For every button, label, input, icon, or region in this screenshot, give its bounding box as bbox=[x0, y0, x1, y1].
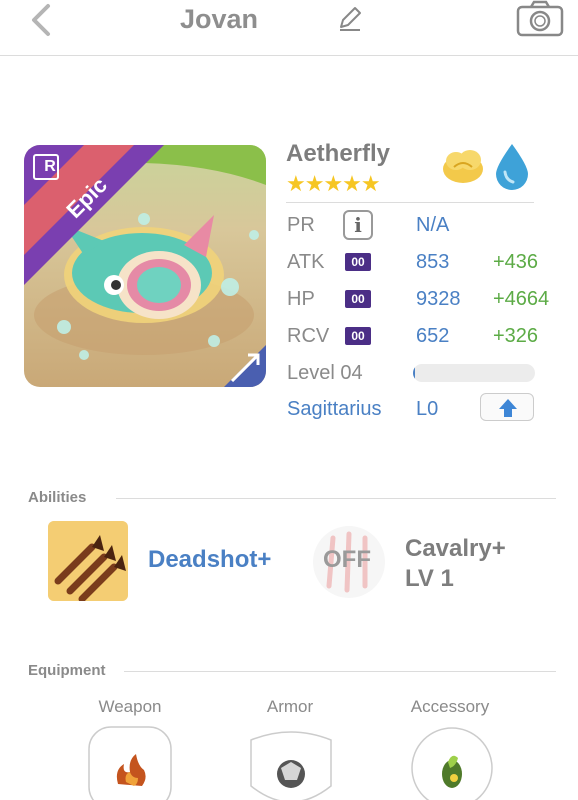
rank-badge: R bbox=[44, 158, 56, 175]
star-rating: ★★★★★ bbox=[286, 171, 381, 196]
zodiac-link[interactable]: Sagittarius bbox=[287, 398, 382, 421]
rcv-label: RCV bbox=[287, 325, 330, 347]
weapon-slot-label: Weapon bbox=[98, 697, 162, 716]
hp-bonus: +4664 bbox=[493, 288, 550, 310]
atk-bonus: +436 bbox=[493, 251, 539, 273]
armor-slot[interactable] bbox=[249, 726, 333, 800]
rcv-plus-badge: 00 bbox=[345, 327, 371, 345]
pr-info-button[interactable]: i bbox=[343, 210, 373, 240]
rcv-bonus: +326 bbox=[493, 325, 539, 347]
accessory-slot[interactable] bbox=[410, 726, 494, 800]
hp-label: HP bbox=[287, 288, 315, 310]
deadshot-ability-icon[interactable] bbox=[48, 521, 128, 601]
deadshot-ability-name[interactable]: Deadshot+ bbox=[148, 546, 271, 574]
cavalry-ability-name: Cavalry+ bbox=[405, 535, 506, 562]
cavalry-ability[interactable]: Cavalry+ LV 1 bbox=[405, 534, 506, 594]
level-label: Level 04 bbox=[287, 362, 363, 384]
unit-name: Aetherfly bbox=[286, 140, 391, 167]
camera-icon[interactable] bbox=[516, 0, 564, 38]
rcv-value: 652 bbox=[416, 325, 450, 347]
arrows-icon bbox=[48, 521, 128, 601]
top-bar: Jovan bbox=[0, 0, 578, 56]
unit-portrait-card[interactable]: R Epic bbox=[24, 145, 266, 387]
level-progress-fill bbox=[413, 364, 416, 382]
hp-plus-badge: 00 bbox=[345, 290, 371, 308]
pr-value: N/A bbox=[416, 214, 450, 236]
cavalry-ability-level: LV 1 bbox=[405, 565, 454, 592]
armor-slot-label: Armor bbox=[266, 697, 314, 716]
unit-portrait-image bbox=[24, 145, 266, 387]
up-arrow-icon bbox=[499, 399, 517, 417]
atk-value: 853 bbox=[416, 251, 450, 273]
equipment-divider bbox=[124, 671, 556, 672]
ability-off-label: OFF bbox=[323, 546, 371, 573]
accessory-slot-label: Accessory bbox=[410, 697, 490, 716]
zodiac-level: L0 bbox=[416, 398, 439, 420]
pencil-edit-icon[interactable] bbox=[337, 5, 363, 31]
atk-label: ATK bbox=[287, 251, 325, 273]
water-drop-element-icon bbox=[496, 144, 528, 190]
equipment-section-label: Equipment bbox=[28, 662, 106, 679]
hp-value: 9328 bbox=[416, 288, 461, 310]
weapon-slot[interactable] bbox=[88, 726, 172, 800]
stone-armor-icon bbox=[277, 760, 305, 788]
level-progress-bar bbox=[413, 364, 535, 382]
stats-divider bbox=[286, 202, 534, 203]
upgrade-button[interactable] bbox=[480, 393, 534, 421]
back-chevron-icon[interactable] bbox=[22, 2, 62, 42]
cloud-element-icon bbox=[443, 150, 483, 183]
pr-label: PR bbox=[287, 214, 315, 236]
page-title: Jovan bbox=[180, 4, 259, 34]
abilities-divider bbox=[116, 498, 556, 499]
atk-plus-badge: 00 bbox=[345, 253, 371, 271]
abilities-section-label: Abilities bbox=[28, 489, 87, 506]
